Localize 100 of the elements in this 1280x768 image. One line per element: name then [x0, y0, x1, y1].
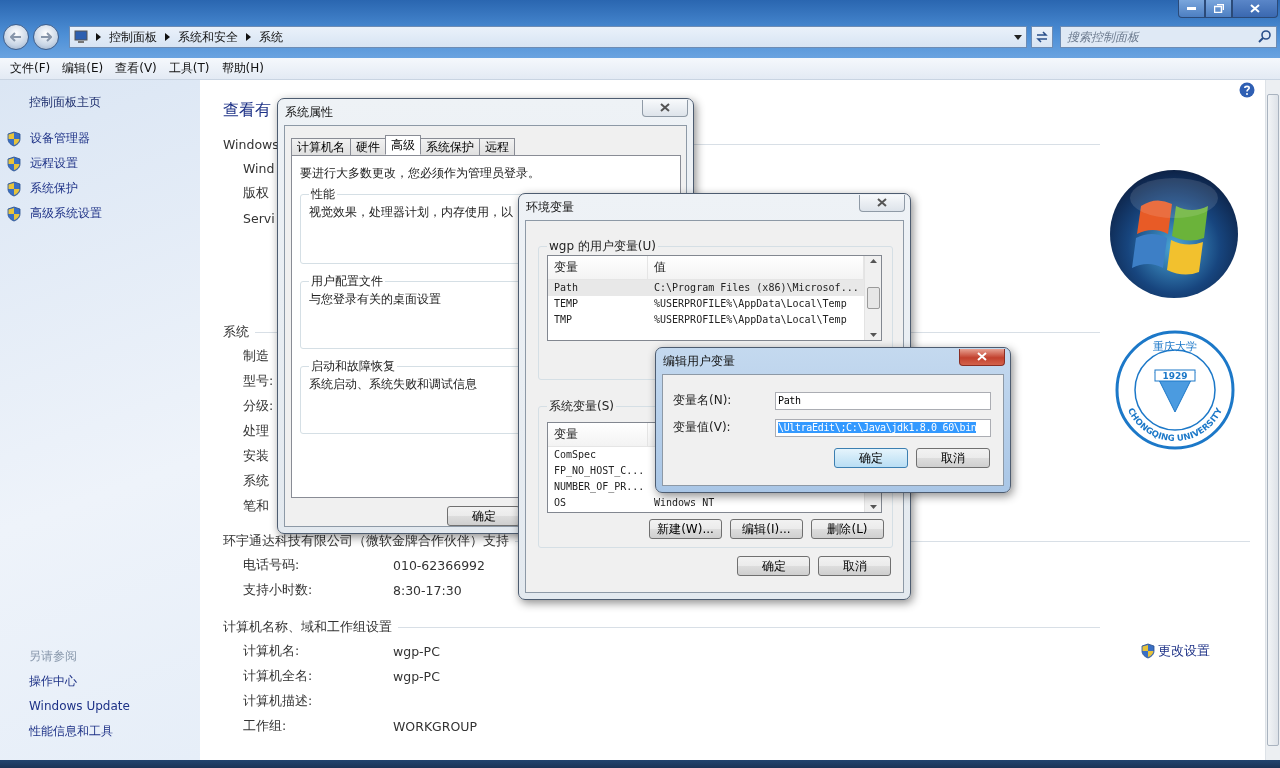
scroll-thumb[interactable]: [866, 287, 880, 309]
variable-list[interactable]: 变量 值 Path C:\Program Files (x86)\Microsof... TEMP %USERPROFILE%\AppData\Local\Temp TMP %USERPROFILE%\AppData\Local\Temp: [547, 255, 882, 341]
field-label: 电话号码:: [243, 557, 300, 574]
dialog-button[interactable]: 删除(L): [811, 519, 884, 539]
tab[interactable]: 计算机名: [291, 138, 351, 155]
sidebar-link[interactable]: 设备管理器: [0, 126, 200, 151]
search-field[interactable]: 搜索控制面板: [1060, 26, 1277, 48]
list-cell-text: Windows NT: [653, 496, 716, 510]
scroll-thumb[interactable]: [1267, 94, 1279, 746]
field-label: 变量名(N):: [673, 392, 733, 409]
list-cell-text: TMP: [553, 313, 574, 327]
restore-icon: [1213, 4, 1224, 13]
tab[interactable]: 系统保护: [420, 138, 480, 155]
list-row[interactable]: TEMP %USERPROFILE%\AppData\Local\Temp: [548, 296, 864, 312]
field-label: 笔和: [243, 498, 269, 515]
breadcrumb-item[interactable]: 控制面板: [109, 28, 157, 46]
group-description: 视觉效果，处理器计划，内存使用，以: [309, 204, 513, 221]
dialog-button[interactable]: 取消: [916, 448, 990, 468]
field-label: 计算机全名:: [243, 668, 313, 685]
dialog-button[interactable]: 确定: [737, 556, 810, 576]
field-label: 制造: [243, 348, 269, 365]
dialog-title: 编辑用户变量: [662, 352, 735, 370]
dialog-button[interactable]: 确定: [834, 448, 908, 468]
search-icon: [1258, 30, 1271, 43]
close-button[interactable]: [859, 194, 905, 212]
scrollbar[interactable]: [1265, 80, 1280, 760]
section-title: 环宇通达科技有限公司（微软金牌合作伙伴）支持: [223, 532, 509, 550]
breadcrumb-item[interactable]: 系统和安全: [178, 28, 238, 46]
refresh-icon: [1035, 31, 1049, 43]
field-label: 计算机描述:: [243, 693, 313, 710]
field-label: 变量值(V):: [673, 419, 732, 436]
change-settings-link[interactable]: 更改设置: [1140, 641, 1210, 661]
close-button[interactable]: [1232, 0, 1278, 18]
dialog-title: 系统属性: [284, 103, 333, 121]
field-value: 8:30-17:30: [393, 583, 462, 598]
group-description: 与您登录有关的桌面设置: [309, 291, 441, 308]
field-value: wgp-PC: [393, 669, 440, 684]
tab[interactable]: 高级: [385, 135, 421, 155]
shield-icon: [6, 180, 22, 197]
dialog-button[interactable]: 编辑(I)...: [730, 519, 803, 539]
close-button[interactable]: [959, 348, 1005, 366]
field-label: Wind: [243, 161, 275, 176]
tab[interactable]: 远程: [479, 138, 515, 155]
list-cell-text: TEMP: [553, 297, 580, 311]
column-header[interactable]: 值: [648, 256, 864, 279]
separator-arrow-icon: [165, 33, 170, 41]
list-row[interactable]: Path C:\Program Files (x86)\Microsof...: [548, 280, 864, 296]
field-label: 版权: [243, 185, 269, 202]
minimize-icon: [1187, 7, 1196, 10]
breadcrumb-item[interactable]: 系统: [259, 28, 283, 46]
shield-icon: [6, 205, 22, 222]
field-label: 系统: [243, 473, 269, 490]
dialog-button[interactable]: 取消: [818, 556, 891, 576]
sidebar-heading: 另请参阅: [28, 648, 78, 665]
menu-item[interactable]: 工具(T): [162, 60, 216, 77]
sidebar-link[interactable]: 控制面板主页: [0, 92, 200, 112]
column-header[interactable]: 变量: [548, 256, 648, 279]
menu-item[interactable]: 文件(F): [4, 60, 57, 77]
back-button[interactable]: [3, 24, 29, 50]
arrow-down-icon: [869, 505, 877, 509]
column-header[interactable]: 变量: [548, 423, 648, 446]
menu-item[interactable]: 帮助(H): [215, 60, 270, 77]
section-title: 系统: [223, 323, 249, 341]
address-bar[interactable]: 控制面板 系统和安全 系统: [69, 26, 1027, 48]
minimize-button[interactable]: [1178, 0, 1205, 18]
field-label: 工作组:: [243, 718, 287, 735]
dialog-title: 环境变量: [525, 198, 574, 216]
maximize-button[interactable]: [1205, 0, 1232, 18]
field-label: 安装: [243, 448, 269, 465]
field-label: 处理: [243, 423, 269, 440]
sidebar-link[interactable]: 高级系统设置: [0, 201, 200, 226]
field-label: 支持小时数:: [243, 582, 313, 599]
sidebar-link[interactable]: 性能信息和工具: [0, 719, 200, 744]
tab[interactable]: 硬件: [350, 138, 386, 155]
close-button[interactable]: [642, 99, 688, 117]
help-icon[interactable]: [1239, 82, 1255, 98]
scrollbar[interactable]: [864, 256, 881, 340]
shield-icon: [6, 130, 22, 147]
group-description: 系统启动、系统失败和调试信息: [309, 376, 477, 393]
sidebar-link[interactable]: 系统保护: [0, 176, 200, 201]
dropdown-arrow-icon: [1014, 34, 1022, 40]
dialog-button[interactable]: 新建(W)...: [649, 519, 722, 539]
list-cell-text: Path: [553, 281, 580, 295]
arrow-down-icon: [869, 333, 877, 337]
list-row[interactable]: TMP %USERPROFILE%\AppData\Local\Temp: [548, 312, 864, 328]
sidebar-link[interactable]: 操作中心: [0, 669, 200, 694]
forward-button[interactable]: [33, 24, 59, 50]
sidebar-link[interactable]: Windows Update: [0, 694, 200, 719]
list-cell-text: NUMBER_OF_PR...: [553, 480, 646, 495]
group-title: 启动和故障恢复: [310, 358, 396, 375]
menu-item[interactable]: 编辑(E): [56, 60, 110, 77]
computer-icon: [74, 30, 88, 44]
ok-button[interactable]: 确定: [447, 506, 520, 526]
arrow-right-icon: [40, 32, 52, 42]
menu-item[interactable]: 查看(V): [109, 60, 163, 77]
sidebar-link[interactable]: 远程设置: [0, 151, 200, 176]
list-row[interactable]: OS Windows NT: [548, 495, 864, 511]
field-label: Servi: [243, 211, 275, 226]
refresh-button[interactable]: [1031, 26, 1053, 48]
input-field[interactable]: Path: [775, 391, 991, 410]
